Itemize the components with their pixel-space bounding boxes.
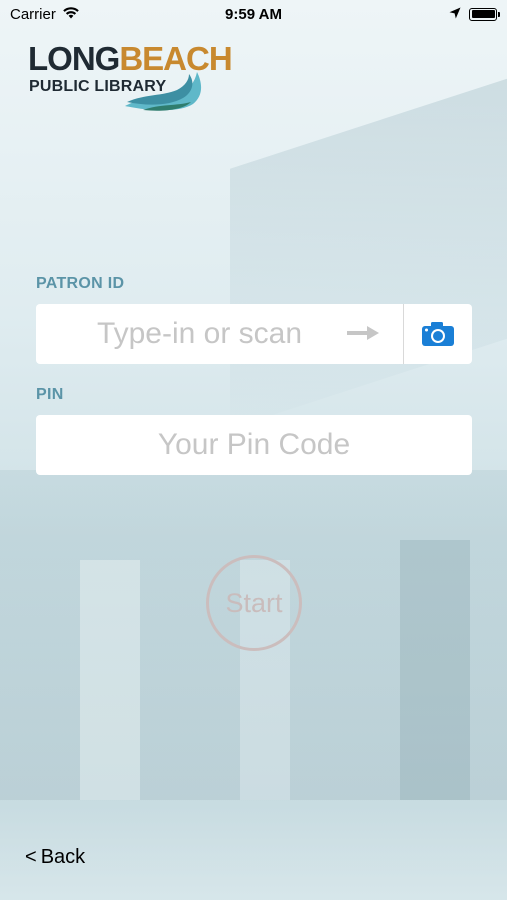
- patron-id-field: [36, 304, 472, 364]
- pin-label: PIN: [36, 386, 64, 403]
- chevron-left-icon: <: [25, 846, 37, 868]
- wave-icon: [125, 72, 202, 111]
- scan-camera-button[interactable]: [404, 304, 472, 364]
- logo-text-long: LONG: [28, 40, 120, 77]
- location-arrow-icon: [449, 6, 461, 23]
- back-button[interactable]: < Back: [25, 846, 85, 869]
- battery-icon: [469, 7, 500, 21]
- camera-icon: [422, 322, 454, 346]
- carrier-label: Carrier: [10, 5, 56, 23]
- pin-field: [36, 415, 472, 475]
- patron-id-label: PATRON ID: [36, 275, 125, 292]
- wifi-icon: [62, 6, 80, 23]
- start-button[interactable]: Start: [206, 555, 302, 651]
- pin-input[interactable]: [36, 415, 472, 475]
- status-bar: Carrier 9:59 AM: [0, 0, 507, 28]
- back-label: Back: [40, 846, 86, 868]
- arrow-right-icon: [347, 326, 379, 340]
- library-logo: LONGBEACH PUBLIC LIBRARY: [28, 40, 233, 115]
